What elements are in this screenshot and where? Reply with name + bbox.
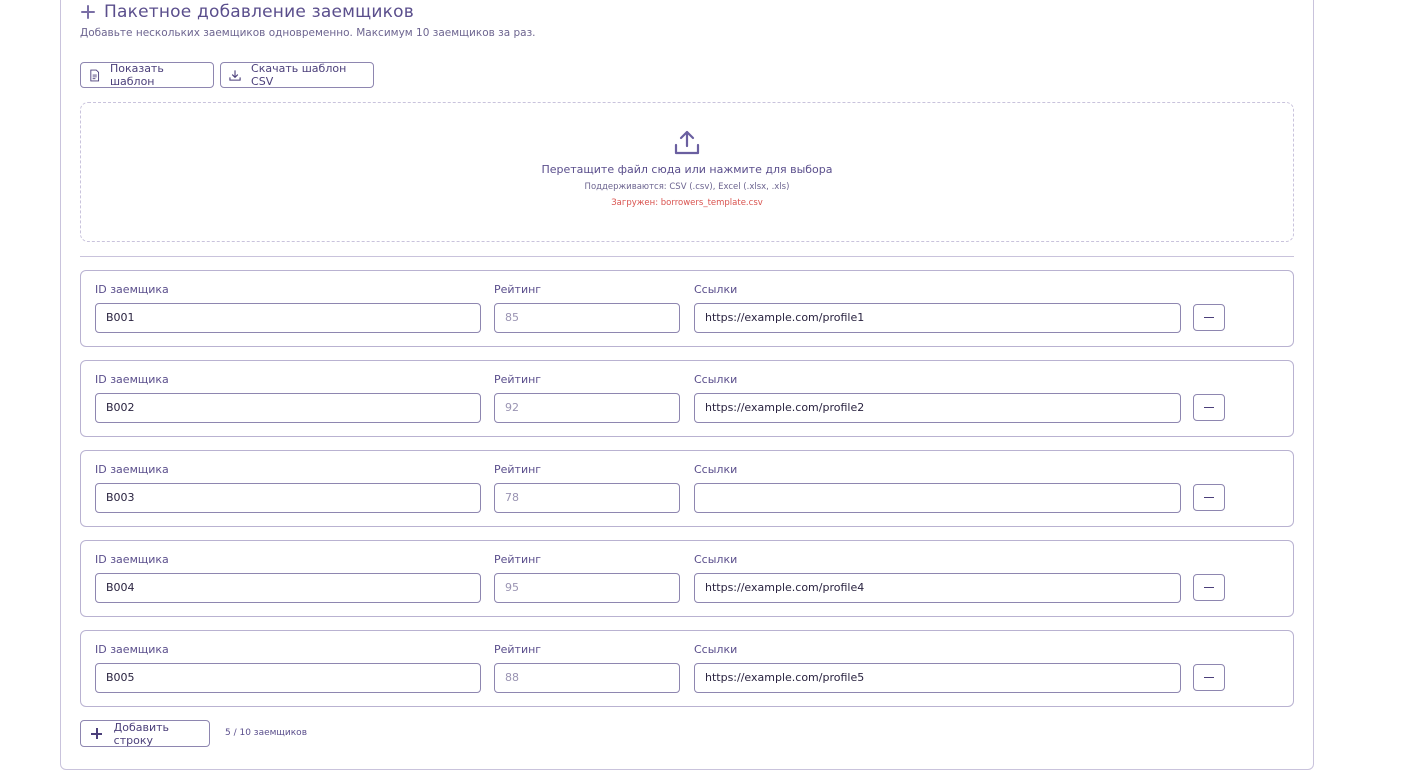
id-label: ID заемщика (95, 283, 169, 296)
borrower-id-input[interactable]: B001 (95, 303, 481, 333)
rating-input[interactable]: 85 (494, 303, 680, 333)
links-input[interactable]: https://example.com/profile2 (694, 393, 1181, 423)
remove-row-button[interactable] (1193, 574, 1225, 601)
add-row-button[interactable]: Добавить строку (80, 720, 210, 747)
links-input[interactable] (694, 483, 1181, 513)
remove-row-button[interactable] (1193, 304, 1225, 331)
borrower-row: ID заемщика Рейтинг Ссылки B003 78 (80, 450, 1294, 527)
links-input[interactable]: https://example.com/profile5 (694, 663, 1181, 693)
borrower-row: ID заемщика Рейтинг Ссылки B005 88 https… (80, 630, 1294, 707)
dropzone-supported-text: Поддерживаются: CSV (.csv), Excel (.xlsx… (584, 182, 790, 192)
borrower-id-input[interactable]: B004 (95, 573, 481, 603)
download-csv-button[interactable]: Скачать шаблон CSV (220, 62, 374, 88)
file-dropzone[interactable]: Перетащите файл сюда или нажмите для выб… (80, 102, 1294, 242)
download-icon (229, 69, 241, 81)
rating-label: Рейтинг (494, 463, 542, 476)
borrower-id-input[interactable]: B002 (95, 393, 481, 423)
download-csv-label: Скачать шаблон CSV (251, 62, 347, 88)
id-label: ID заемщика (95, 463, 169, 476)
id-label: ID заемщика (95, 373, 169, 386)
links-label: Ссылки (694, 463, 738, 476)
rating-input[interactable]: 92 (494, 393, 680, 423)
rating-input[interactable]: 95 (494, 573, 680, 603)
show-template-label: Показать шаблон (109, 62, 164, 88)
borrower-row: ID заемщика Рейтинг Ссылки B002 92 https… (80, 360, 1294, 437)
minus-icon (1204, 406, 1214, 409)
rating-label: Рейтинг (494, 283, 542, 296)
borrower-row: ID заемщика Рейтинг Ссылки B004 95 https… (80, 540, 1294, 617)
id-label: ID заемщика (95, 643, 169, 656)
page-subtitle: Добавьте нескольких заемщиков одновремен… (80, 27, 536, 39)
section-header: Пакетное добавление заемщиков (80, 2, 414, 22)
links-label: Ссылки (694, 553, 738, 566)
upload-icon (674, 130, 700, 155)
borrower-counter: 5 / 10 заемщиков (225, 728, 307, 738)
plus-icon (91, 728, 102, 739)
divider (80, 256, 1294, 257)
plus-icon (80, 4, 96, 20)
dropzone-main-text: Перетащите файл сюда или нажмите для выб… (541, 163, 833, 176)
minus-icon (1204, 676, 1214, 679)
rating-label: Рейтинг (494, 373, 542, 386)
rating-label: Рейтинг (494, 553, 542, 566)
links-input[interactable]: https://example.com/profile1 (694, 303, 1181, 333)
remove-row-button[interactable] (1193, 664, 1225, 691)
rating-label: Рейтинг (494, 643, 542, 656)
remove-row-button[interactable] (1193, 484, 1225, 511)
minus-icon (1204, 496, 1214, 499)
id-label: ID заемщика (95, 553, 169, 566)
rating-input[interactable]: 88 (494, 663, 680, 693)
minus-icon (1204, 316, 1214, 319)
dropzone-loaded-file: Загружен: borrowers_template.csv (611, 198, 763, 208)
page-title: Пакетное добавление заемщиков (104, 2, 414, 22)
links-input[interactable]: https://example.com/profile4 (694, 573, 1181, 603)
borrower-row: ID заемщика Рейтинг Ссылки B001 85 https… (80, 270, 1294, 347)
remove-row-button[interactable] (1193, 394, 1225, 421)
links-label: Ссылки (694, 373, 738, 386)
show-template-button[interactable]: Показать шаблон (80, 62, 214, 88)
borrower-id-input[interactable]: B005 (95, 663, 481, 693)
links-label: Ссылки (694, 643, 738, 656)
document-icon (90, 69, 100, 81)
links-label: Ссылки (694, 283, 738, 296)
borrower-id-input[interactable]: B003 (95, 483, 481, 513)
rating-input[interactable]: 78 (494, 483, 680, 513)
minus-icon (1204, 586, 1214, 589)
add-row-label: Добавить строку (113, 720, 170, 747)
